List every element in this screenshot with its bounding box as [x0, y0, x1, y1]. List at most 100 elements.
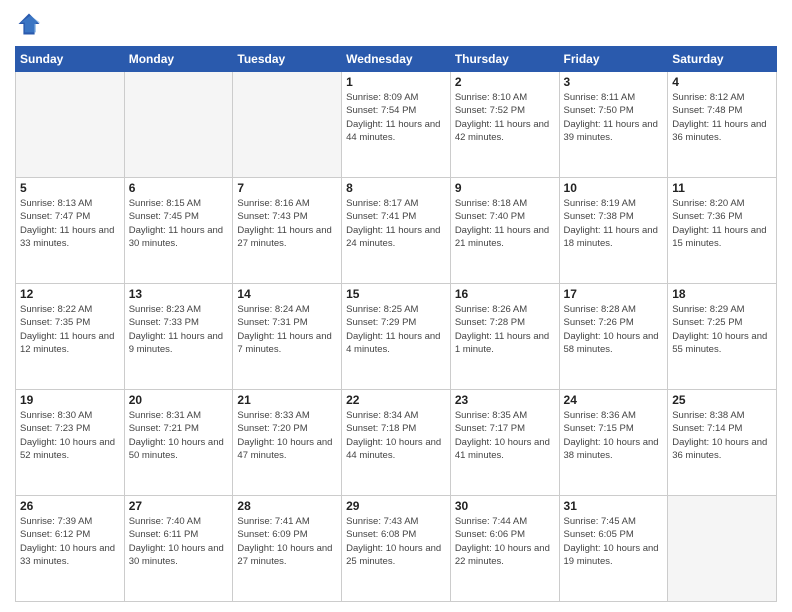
day-number: 28	[237, 499, 337, 513]
week-row-0: 1 Sunrise: 8:09 AM Sunset: 7:54 PM Daylig…	[16, 72, 777, 178]
day-number: 13	[129, 287, 229, 301]
calendar-cell: 16 Sunrise: 8:26 AM Sunset: 7:28 PM Dayli…	[450, 284, 559, 390]
day-of-week-saturday: Saturday	[668, 47, 777, 72]
day-info: Sunrise: 7:43 AM Sunset: 6:08 PM Dayligh…	[346, 515, 446, 568]
day-info: Sunrise: 8:28 AM Sunset: 7:26 PM Dayligh…	[564, 303, 664, 356]
day-number: 17	[564, 287, 664, 301]
calendar-cell: 6 Sunrise: 8:15 AM Sunset: 7:45 PM Daylig…	[124, 178, 233, 284]
day-number: 23	[455, 393, 555, 407]
calendar-cell: 29 Sunrise: 7:43 AM Sunset: 6:08 PM Dayli…	[342, 496, 451, 602]
calendar-cell: 21 Sunrise: 8:33 AM Sunset: 7:20 PM Dayli…	[233, 390, 342, 496]
day-number: 21	[237, 393, 337, 407]
day-number: 14	[237, 287, 337, 301]
day-number: 3	[564, 75, 664, 89]
day-info: Sunrise: 8:10 AM Sunset: 7:52 PM Dayligh…	[455, 91, 555, 144]
day-info: Sunrise: 8:18 AM Sunset: 7:40 PM Dayligh…	[455, 197, 555, 250]
calendar-cell: 24 Sunrise: 8:36 AM Sunset: 7:15 PM Dayli…	[559, 390, 668, 496]
day-number: 11	[672, 181, 772, 195]
day-info: Sunrise: 8:22 AM Sunset: 7:35 PM Dayligh…	[20, 303, 120, 356]
day-number: 4	[672, 75, 772, 89]
logo	[15, 10, 47, 38]
calendar-cell: 9 Sunrise: 8:18 AM Sunset: 7:40 PM Daylig…	[450, 178, 559, 284]
day-number: 26	[20, 499, 120, 513]
day-number: 24	[564, 393, 664, 407]
week-row-3: 19 Sunrise: 8:30 AM Sunset: 7:23 PM Dayli…	[16, 390, 777, 496]
day-info: Sunrise: 7:44 AM Sunset: 6:06 PM Dayligh…	[455, 515, 555, 568]
calendar-cell: 10 Sunrise: 8:19 AM Sunset: 7:38 PM Dayli…	[559, 178, 668, 284]
day-info: Sunrise: 8:26 AM Sunset: 7:28 PM Dayligh…	[455, 303, 555, 356]
day-number: 2	[455, 75, 555, 89]
day-info: Sunrise: 8:25 AM Sunset: 7:29 PM Dayligh…	[346, 303, 446, 356]
calendar-cell: 28 Sunrise: 7:41 AM Sunset: 6:09 PM Dayli…	[233, 496, 342, 602]
day-number: 16	[455, 287, 555, 301]
week-row-1: 5 Sunrise: 8:13 AM Sunset: 7:47 PM Daylig…	[16, 178, 777, 284]
calendar-cell	[124, 72, 233, 178]
day-number: 18	[672, 287, 772, 301]
day-info: Sunrise: 8:30 AM Sunset: 7:23 PM Dayligh…	[20, 409, 120, 462]
calendar-cell: 27Sunrise: 7:40 AM Sunset: 6:11 PM Dayli…	[124, 496, 233, 602]
day-info: Sunrise: 7:41 AM Sunset: 6:09 PM Dayligh…	[237, 515, 337, 568]
day-of-week-monday: Monday	[124, 47, 233, 72]
day-of-week-friday: Friday	[559, 47, 668, 72]
day-info: Sunrise: 8:15 AM Sunset: 7:45 PM Dayligh…	[129, 197, 229, 250]
day-number: 9	[455, 181, 555, 195]
day-info: Sunrise: 7:39 AM Sunset: 6:12 PM Dayligh…	[20, 515, 120, 568]
day-info: Sunrise: 8:29 AM Sunset: 7:25 PM Dayligh…	[672, 303, 772, 356]
calendar-cell: 12 Sunrise: 8:22 AM Sunset: 7:35 PM Dayli…	[16, 284, 125, 390]
calendar-cell: 17 Sunrise: 8:28 AM Sunset: 7:26 PM Dayli…	[559, 284, 668, 390]
day-number: 27	[129, 499, 229, 513]
day-info: Sunrise: 8:31 AM Sunset: 7:21 PM Dayligh…	[129, 409, 229, 462]
day-info: Sunrise: 8:16 AM Sunset: 7:43 PM Dayligh…	[237, 197, 337, 250]
day-number: 20	[129, 393, 229, 407]
calendar-cell: 22Sunrise: 8:34 AM Sunset: 7:18 PM Dayli…	[342, 390, 451, 496]
page: SundayMondayTuesdayWednesdayThursdayFrid…	[0, 0, 792, 612]
day-info: Sunrise: 8:23 AM Sunset: 7:33 PM Dayligh…	[129, 303, 229, 356]
calendar-cell	[668, 496, 777, 602]
day-info: Sunrise: 8:38 AM Sunset: 7:14 PM Dayligh…	[672, 409, 772, 462]
calendar-cell: 26 Sunrise: 7:39 AM Sunset: 6:12 PM Dayli…	[16, 496, 125, 602]
day-number: 8	[346, 181, 446, 195]
day-info: Sunrise: 8:35 AM Sunset: 7:17 PM Dayligh…	[455, 409, 555, 462]
day-of-week-sunday: Sunday	[16, 47, 125, 72]
day-number: 15	[346, 287, 446, 301]
calendar-cell: 14 Sunrise: 8:24 AM Sunset: 7:31 PM Dayli…	[233, 284, 342, 390]
day-number: 5	[20, 181, 120, 195]
day-number: 31	[564, 499, 664, 513]
day-info: Sunrise: 8:12 AM Sunset: 7:48 PM Dayligh…	[672, 91, 772, 144]
calendar-cell: 20 Sunrise: 8:31 AM Sunset: 7:21 PM Dayli…	[124, 390, 233, 496]
day-number: 10	[564, 181, 664, 195]
calendar-cell: 5 Sunrise: 8:13 AM Sunset: 7:47 PM Daylig…	[16, 178, 125, 284]
day-info: Sunrise: 8:17 AM Sunset: 7:41 PM Dayligh…	[346, 197, 446, 250]
day-of-week-wednesday: Wednesday	[342, 47, 451, 72]
logo-icon	[15, 10, 43, 38]
calendar-cell: 13 Sunrise: 8:23 AM Sunset: 7:33 PM Dayli…	[124, 284, 233, 390]
calendar-cell: 23 Sunrise: 8:35 AM Sunset: 7:17 PM Dayli…	[450, 390, 559, 496]
calendar-cell: 1 Sunrise: 8:09 AM Sunset: 7:54 PM Daylig…	[342, 72, 451, 178]
day-info: Sunrise: 7:45 AM Sunset: 6:05 PM Dayligh…	[564, 515, 664, 568]
day-header-row: SundayMondayTuesdayWednesdayThursdayFrid…	[16, 47, 777, 72]
day-number: 6	[129, 181, 229, 195]
day-info: Sunrise: 8:24 AM Sunset: 7:31 PM Dayligh…	[237, 303, 337, 356]
day-info: Sunrise: 8:13 AM Sunset: 7:47 PM Dayligh…	[20, 197, 120, 250]
day-number: 1	[346, 75, 446, 89]
calendar-cell	[233, 72, 342, 178]
calendar-cell: 7 Sunrise: 8:16 AM Sunset: 7:43 PM Daylig…	[233, 178, 342, 284]
day-number: 19	[20, 393, 120, 407]
calendar-cell: 18 Sunrise: 8:29 AM Sunset: 7:25 PM Dayli…	[668, 284, 777, 390]
day-info: Sunrise: 8:19 AM Sunset: 7:38 PM Dayligh…	[564, 197, 664, 250]
calendar-cell: 31 Sunrise: 7:45 AM Sunset: 6:05 PM Dayli…	[559, 496, 668, 602]
day-info: Sunrise: 8:20 AM Sunset: 7:36 PM Dayligh…	[672, 197, 772, 250]
day-info: Sunrise: 8:09 AM Sunset: 7:54 PM Dayligh…	[346, 91, 446, 144]
calendar-cell: 11 Sunrise: 8:20 AM Sunset: 7:36 PM Dayli…	[668, 178, 777, 284]
calendar-cell: 4 Sunrise: 8:12 AM Sunset: 7:48 PM Daylig…	[668, 72, 777, 178]
day-info: Sunrise: 8:33 AM Sunset: 7:20 PM Dayligh…	[237, 409, 337, 462]
day-number: 25	[672, 393, 772, 407]
calendar-table: SundayMondayTuesdayWednesdayThursdayFrid…	[15, 46, 777, 602]
day-number: 29	[346, 499, 446, 513]
day-number: 12	[20, 287, 120, 301]
header	[15, 10, 777, 38]
day-number: 7	[237, 181, 337, 195]
week-row-2: 12 Sunrise: 8:22 AM Sunset: 7:35 PM Dayli…	[16, 284, 777, 390]
day-of-week-tuesday: Tuesday	[233, 47, 342, 72]
day-info: Sunrise: 8:36 AM Sunset: 7:15 PM Dayligh…	[564, 409, 664, 462]
